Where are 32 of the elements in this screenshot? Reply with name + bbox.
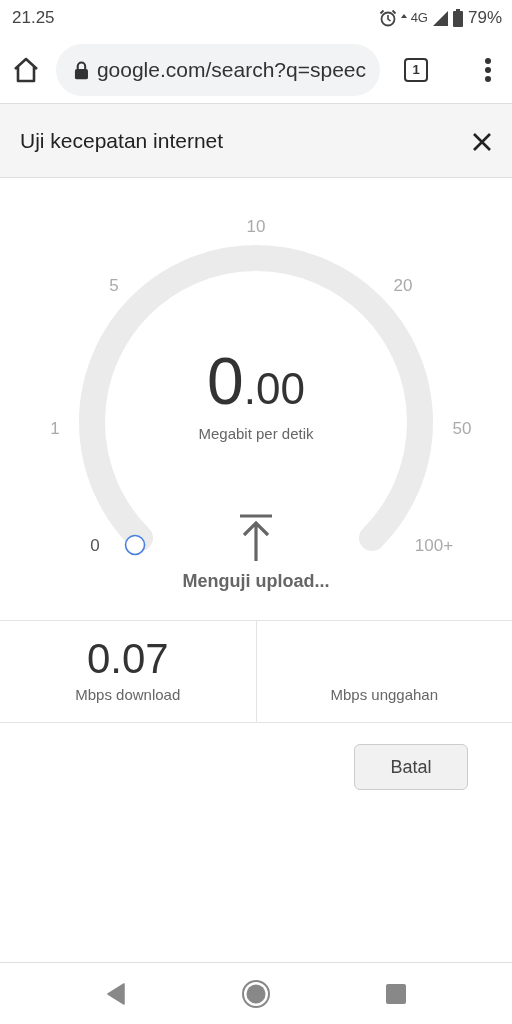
result-label: Mbps unggahan	[330, 684, 439, 705]
lock-icon	[74, 59, 89, 80]
menu-icon[interactable]	[484, 57, 492, 82]
battery-icon	[451, 9, 464, 27]
tab-count-button[interactable]: 1	[404, 57, 428, 82]
scale-label: 5	[109, 276, 119, 295]
scale-label: 50	[452, 419, 472, 438]
status-time: 21.25	[12, 7, 55, 30]
alarm-clock-icon	[378, 9, 397, 27]
cancel-button[interactable]: Batal	[354, 744, 468, 790]
address-bar[interactable]: google.com/search?q=speec	[56, 43, 380, 96]
gauge-indicator	[124, 534, 146, 556]
recents-icon[interactable]	[386, 983, 407, 1004]
scale-label: 1	[50, 419, 60, 438]
scale-label: 0	[90, 536, 100, 555]
scale-label: 100+	[414, 536, 454, 555]
scale-label: 10	[246, 217, 266, 236]
home-button-icon[interactable]	[241, 978, 271, 1009]
panel-title: Uji kecepatan internet	[20, 127, 224, 154]
result-label: Mbps download	[75, 684, 181, 705]
home-icon[interactable]	[12, 55, 40, 84]
result-value: 0.07	[86, 637, 169, 680]
close-icon[interactable]	[472, 132, 492, 153]
back-icon[interactable]	[105, 982, 126, 1005]
scale-label: 20	[393, 276, 413, 295]
battery-percent: 79%	[467, 7, 502, 30]
network-type: 4G	[410, 9, 428, 28]
speed-reading: 0.00	[206, 348, 306, 414]
speed-unit: Megabit per detik	[198, 425, 314, 442]
signal-icon	[431, 10, 448, 26]
upload-icon	[238, 513, 274, 563]
test-status: Menguji upload...	[182, 571, 330, 591]
